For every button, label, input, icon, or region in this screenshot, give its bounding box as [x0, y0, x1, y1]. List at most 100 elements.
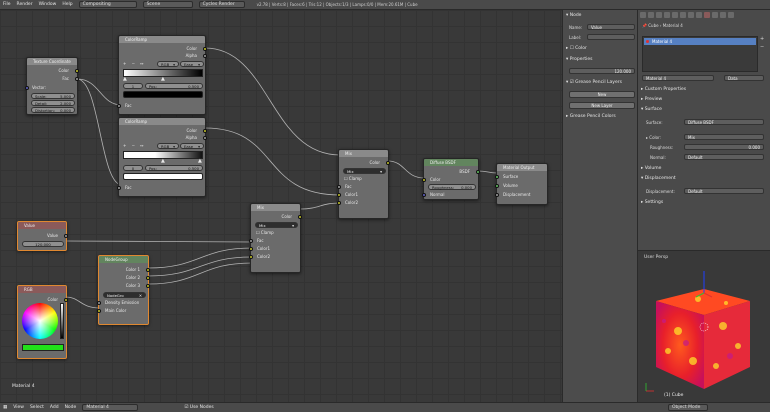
output-color-2-socket[interactable] — [146, 276, 150, 280]
output-color-socket[interactable] — [298, 215, 302, 219]
clamp-checkbox[interactable]: ☐ Clamp — [256, 230, 274, 235]
node-texture-coordinate[interactable]: Texture Coordinate Color Fac Vector: Sca… — [25, 57, 79, 115]
output-color-socket[interactable] — [203, 129, 207, 133]
layers-tab-icon[interactable] — [648, 12, 654, 18]
color-input-field[interactable]: Mix — [684, 134, 764, 140]
ramp-stop-color[interactable] — [123, 91, 203, 98]
node-value[interactable]: Value Value 120.000 — [17, 221, 68, 251]
menu-select[interactable]: Select — [30, 405, 44, 410]
clamp-checkbox[interactable]: ☐ Clamp — [344, 176, 362, 181]
output-bsdf-socket[interactable] — [476, 170, 480, 174]
ramp-stop-index[interactable]: 1 — [123, 83, 143, 89]
surface-shader-field[interactable]: Diffuse BSDF — [684, 119, 764, 125]
new-layer-button[interactable]: New Layer — [569, 102, 635, 109]
world-tab-icon[interactable] — [664, 12, 670, 18]
ramp-stop-index[interactable]: 0 — [123, 165, 143, 171]
normal-field[interactable]: Default — [684, 154, 764, 160]
texture-tab-icon[interactable] — [712, 12, 718, 18]
material-slot-selected[interactable]: Material 4 — [644, 38, 756, 45]
input-surface-socket[interactable] — [495, 175, 499, 179]
node-panel-header[interactable]: ▾ Node — [566, 13, 581, 18]
constraints-tab-icon[interactable] — [680, 12, 686, 18]
data-tab-icon[interactable] — [696, 12, 702, 18]
value-field[interactable]: 120.000 — [22, 241, 64, 247]
output-color-socket[interactable] — [386, 161, 390, 165]
blend-mode-select[interactable]: Mix ▾ — [343, 168, 386, 174]
input-vector-socket[interactable] — [25, 86, 29, 90]
ramp-stop-icon[interactable]: ▲ — [161, 158, 165, 164]
settings-header[interactable]: ▸ Settings — [641, 200, 663, 205]
grease-pencil-colors-header[interactable]: ▸ Grease Pencil Colors — [566, 114, 616, 119]
input-fac-socket[interactable] — [117, 186, 121, 190]
object-mode-selector[interactable]: Object Mode — [668, 404, 708, 411]
preview-header[interactable]: ▸ Preview — [641, 97, 662, 102]
roughness-field[interactable]: Roughness: 0.000 — [428, 184, 476, 190]
material-selector[interactable]: Material 4 — [82, 404, 139, 411]
node-mix-2[interactable]: Mix Color Mix ▾ ☐ Clamp Fac Color1 Color2 — [337, 149, 390, 219]
close-icon[interactable]: ✕ — [139, 293, 142, 298]
physics-tab-icon[interactable] — [728, 12, 734, 18]
input-fac-socket[interactable] — [337, 185, 341, 189]
group-datablock-field[interactable]: NodeGro ✕ — [103, 292, 146, 298]
input-fac-socket[interactable] — [117, 104, 121, 108]
output-value-socket[interactable] — [64, 234, 68, 238]
node-material-output[interactable]: Material Output Surface Volume Displacem… — [495, 163, 548, 205]
ramp-pos-field[interactable]: Pos: 0.500 — [145, 83, 203, 89]
ramp-interp-select[interactable]: Ease ▾ — [180, 143, 204, 149]
menu-file[interactable]: File — [3, 2, 11, 7]
ramp-stop-icon[interactable]: ▲ — [123, 76, 127, 82]
input-color1-socket[interactable] — [249, 247, 253, 251]
displacement-field[interactable]: Default — [684, 188, 764, 194]
property-value-field[interactable]: 120.000 — [569, 68, 635, 74]
pin-icon[interactable]: 📌 — [642, 23, 647, 28]
input-density-socket[interactable] — [97, 301, 101, 305]
input-displacement-socket[interactable] — [495, 193, 499, 197]
editor-type-icon[interactable]: ▦ — [3, 405, 7, 410]
remove-slot-icon[interactable]: − — [760, 44, 764, 50]
ramp-stop-color[interactable] — [123, 173, 203, 180]
output-color-1-socket[interactable] — [146, 268, 150, 272]
node-group[interactable]: NodeGroup Color 1 Color 2 Color 3 NodeGr… — [97, 255, 150, 325]
input-fac-socket[interactable] — [249, 239, 253, 243]
menu-node[interactable]: Node — [65, 405, 77, 410]
roughness-field[interactable]: 0.000 — [684, 144, 764, 150]
menu-add[interactable]: Add — [50, 405, 59, 410]
ramp-pos-field[interactable]: Pos: 0.500 — [145, 165, 203, 171]
node-name-field[interactable]: Value — [587, 24, 635, 30]
node-mix-1[interactable]: Mix Color Mix ▾ ☐ Clamp Fac Color1 Color2 — [249, 203, 302, 273]
add-slot-icon[interactable]: + — [760, 36, 764, 42]
screen-layout-selector[interactable]: Compositing — [78, 1, 137, 8]
material-tab-icon[interactable] — [704, 12, 710, 18]
input-color2-socket[interactable] — [337, 201, 341, 205]
object-tab-icon[interactable] — [672, 12, 678, 18]
blend-mode-select[interactable]: Mix ▾ — [255, 222, 298, 228]
render-tab-icon[interactable] — [640, 12, 646, 18]
ramp-stop-icon[interactable]: ▲ — [198, 158, 202, 164]
new-button[interactable]: New — [569, 91, 635, 98]
displacement-header[interactable]: ▾ Displacement — [641, 176, 676, 181]
input-main-color-socket[interactable] — [97, 309, 101, 313]
material-slots-list[interactable]: Material 4 — [642, 36, 758, 72]
menu-render[interactable]: Render — [17, 2, 33, 7]
link-data-select[interactable]: Data — [724, 75, 764, 81]
ramp-stop-icon[interactable]: ▲ — [161, 76, 165, 82]
detail-field[interactable]: Detail: 2.000 — [31, 100, 75, 106]
input-color-socket[interactable] — [422, 178, 426, 182]
node-colorramp-2[interactable]: ColorRamp Color Alpha + − ↔ RGB ▾ Ease ▾ ▲… — [117, 117, 207, 197]
output-color-socket[interactable] — [75, 69, 79, 73]
ramp-mode-select[interactable]: RGB ▾ — [157, 61, 179, 67]
distortion-field[interactable]: Distortion: 0.000 — [31, 107, 75, 113]
ramp-tools[interactable]: + − ↔ — [123, 61, 146, 66]
output-alpha-socket[interactable] — [203, 136, 207, 140]
modifiers-tab-icon[interactable] — [688, 12, 694, 18]
properties-panel-header[interactable]: ▾ Properties — [566, 57, 592, 62]
ramp-tools[interactable]: + − ↔ — [123, 143, 146, 148]
color-swatch[interactable] — [22, 344, 64, 351]
surface-header[interactable]: ▾ Surface — [641, 107, 662, 112]
output-color-socket[interactable] — [64, 298, 68, 302]
node-label-field[interactable] — [587, 34, 635, 40]
scene-selector[interactable]: Scene — [142, 1, 193, 8]
node-diffuse-bsdf[interactable]: Diffuse BSDF BSDF Color Roughness: 0.000 … — [422, 158, 480, 200]
node-colorramp-1[interactable]: ColorRamp Color Alpha + − ↔ RGB ▾ Ease ▾ ▲… — [117, 35, 207, 115]
node-rgb[interactable]: RGB Color — [17, 285, 68, 359]
